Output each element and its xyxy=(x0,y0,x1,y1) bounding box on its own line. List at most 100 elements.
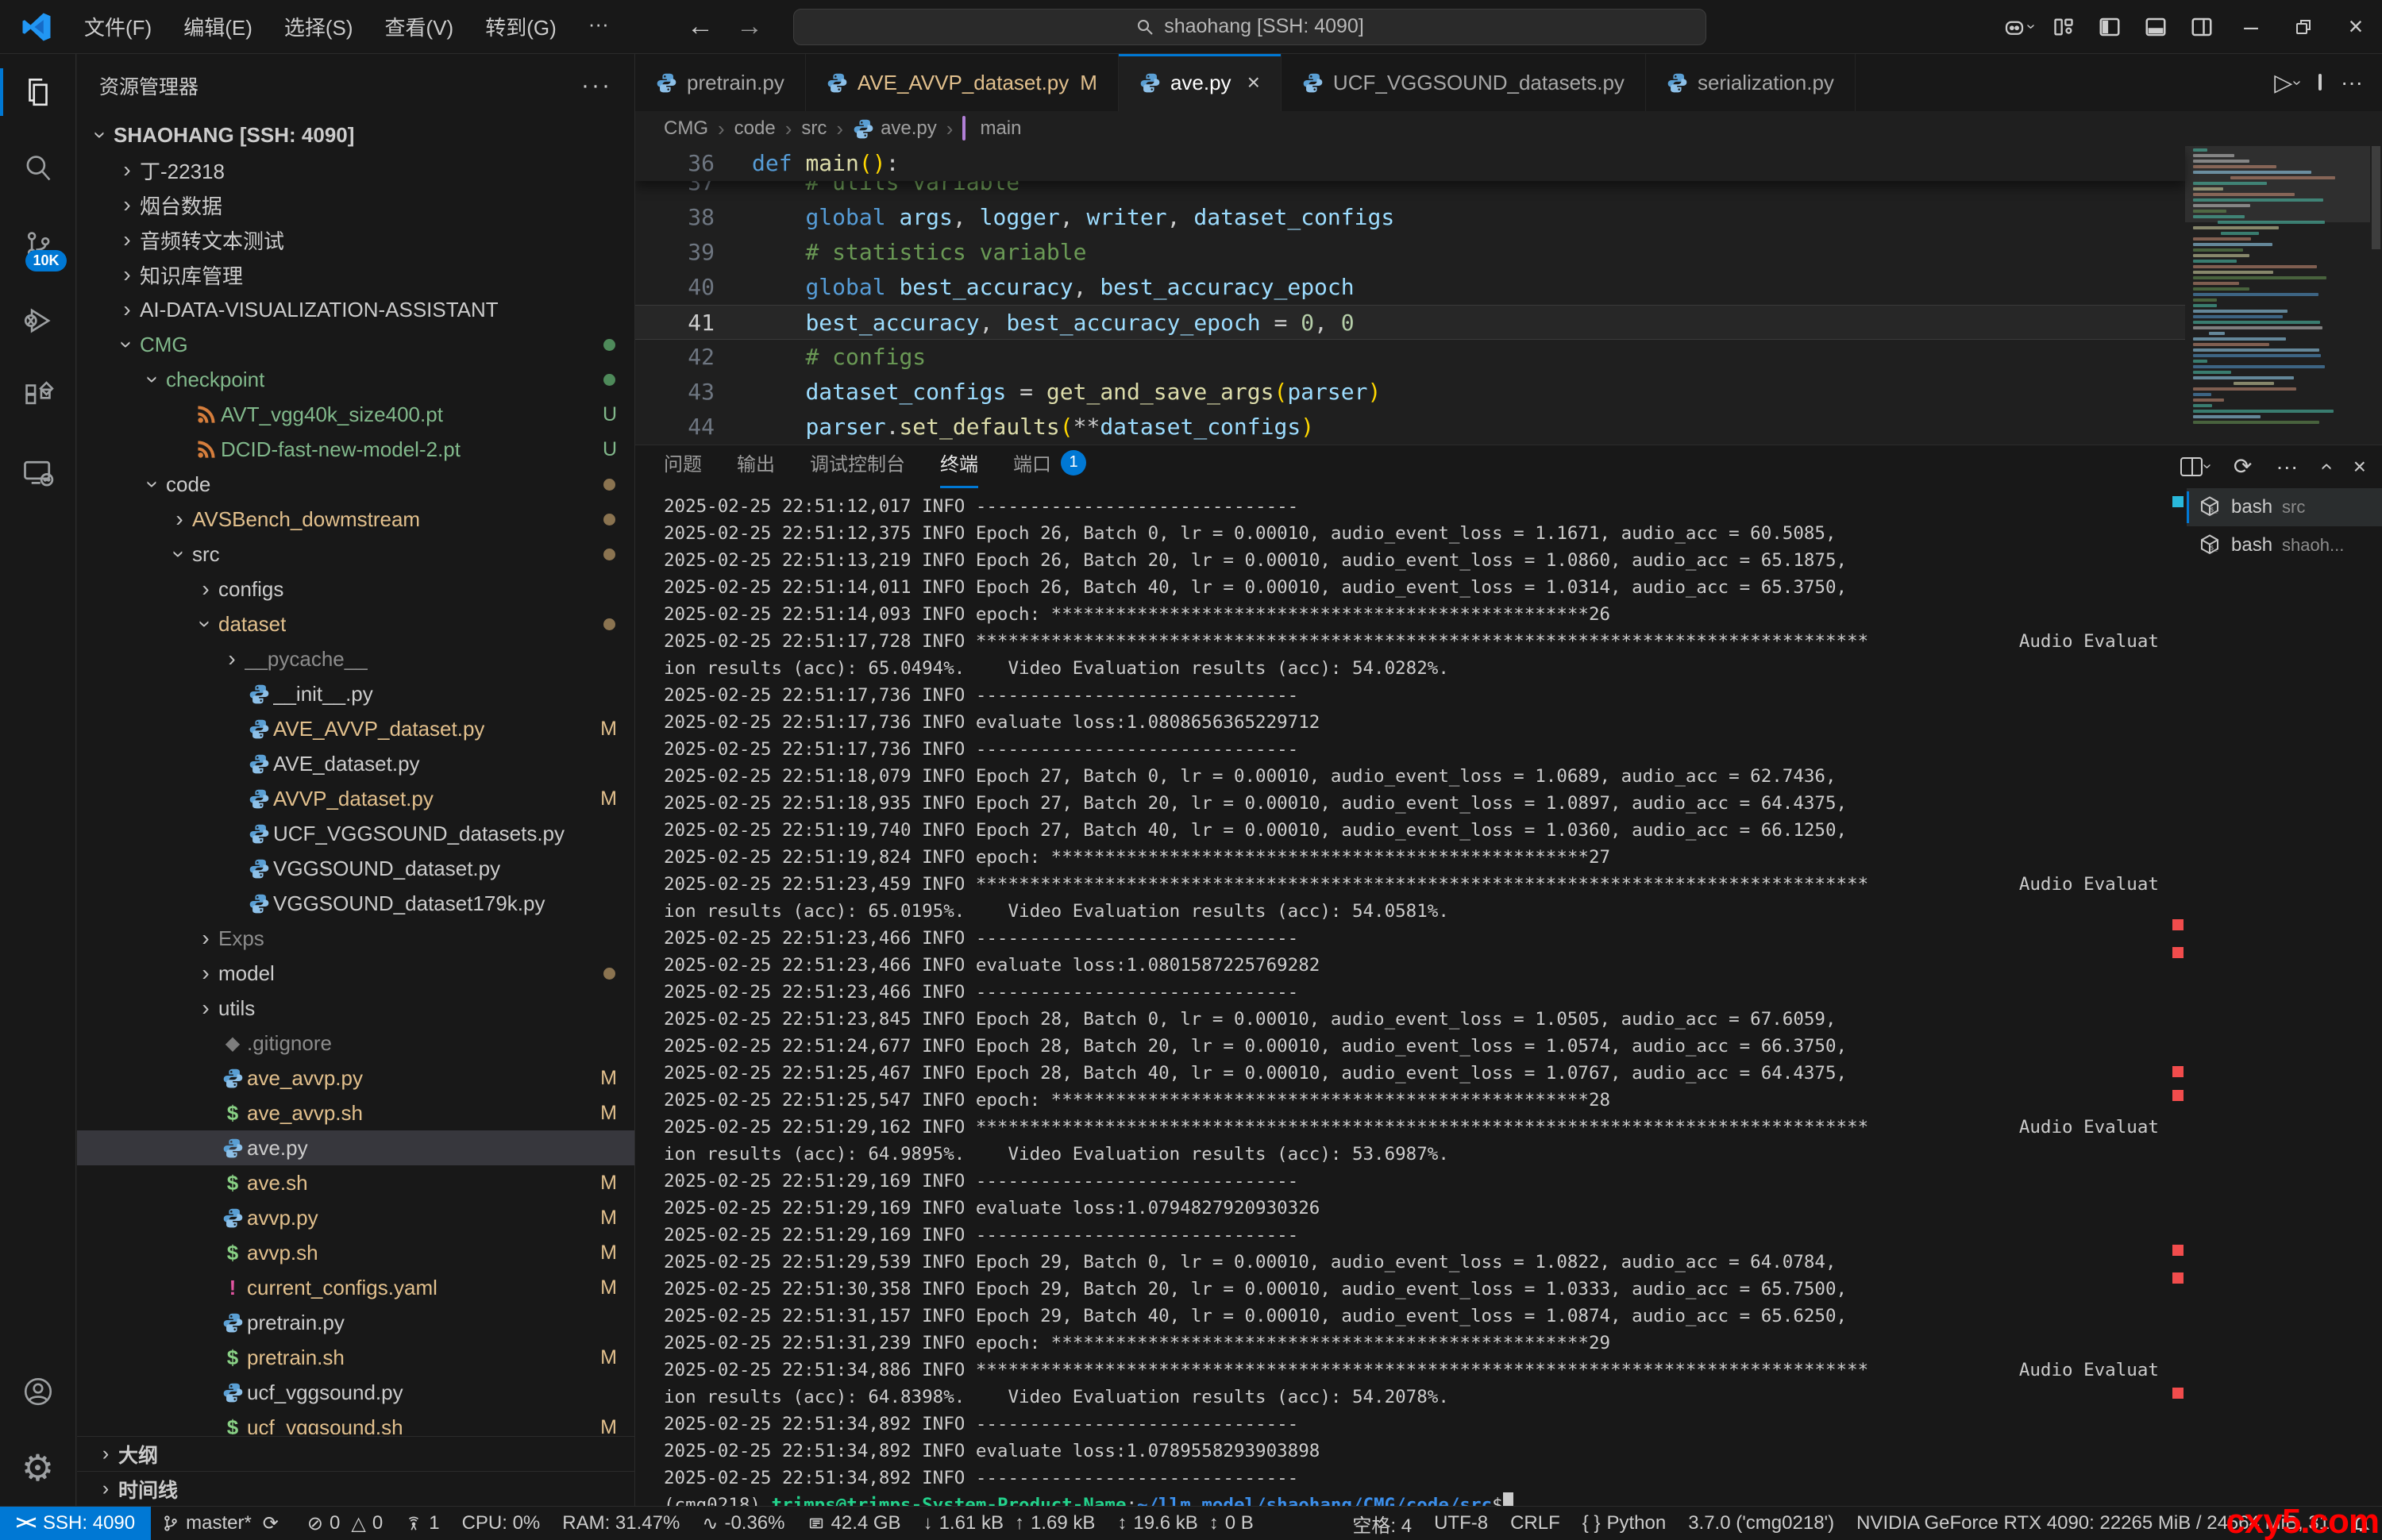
tab-serialization.py[interactable]: serialization.py xyxy=(1646,54,1856,111)
tree-item-ave_avvp.sh[interactable]: $ave_avvp.shM xyxy=(77,1095,634,1130)
toggle-panel-icon[interactable] xyxy=(2133,0,2179,54)
close-panel-icon[interactable]: × xyxy=(2353,454,2366,479)
panel-tab-终端[interactable]: 终端 xyxy=(940,449,978,488)
status-problems[interactable]: ⊘0△0 xyxy=(296,1507,394,1540)
tree-item-_____[interactable]: ›知识库管理 xyxy=(77,257,634,292)
tree-item-__init__.py[interactable]: __init__.py xyxy=(77,676,634,711)
status-load[interactable]: ∿-0.36% xyxy=(691,1507,796,1540)
nav-back-icon[interactable]: ← xyxy=(687,11,714,42)
tree-item-ave_avvp.py[interactable]: ave_avvp.pyM xyxy=(77,1061,634,1095)
tree-item-ucf_vggsound.sh[interactable]: $ucf_vggsound.shM xyxy=(77,1410,634,1434)
status-interpreter[interactable]: 3.7.0 ('cmg0218') xyxy=(1677,1507,1845,1540)
toggle-primary-sidebar-icon[interactable] xyxy=(2087,0,2133,54)
tree-item-pretrain.sh[interactable]: $pretrain.shM xyxy=(77,1340,634,1375)
panel-tab-问题[interactable]: 问题 xyxy=(664,449,702,488)
panel-tab-输出[interactable]: 输出 xyxy=(737,449,775,488)
tree-item-CMG[interactable]: ›CMG xyxy=(77,327,634,362)
tab-pretrain.py[interactable]: pretrain.py xyxy=(635,54,806,111)
tree-item-ucf_vggsound.py[interactable]: ucf_vggsound.py xyxy=(77,1375,634,1410)
accounts-icon[interactable] xyxy=(0,1353,76,1430)
breadcrumb-item-code[interactable]: code xyxy=(734,117,776,140)
code-line-44[interactable]: 44 parser.set_defaults(**dataset_configs… xyxy=(635,410,2185,445)
tree-item-pretrain.py[interactable]: pretrain.py xyxy=(77,1305,634,1340)
customize-layout-icon[interactable] xyxy=(2041,0,2087,54)
code-line-40[interactable]: 40 global best_accuracy, best_accuracy_e… xyxy=(635,270,2185,305)
status-forwarded-ports[interactable]: 1 xyxy=(394,1507,450,1540)
timeline-section[interactable]: › 时间线 xyxy=(77,1471,634,1506)
editor-more-icon[interactable]: ··· xyxy=(2341,70,2363,95)
tree-item-configs[interactable]: ›configs xyxy=(77,572,634,606)
run-debug-icon[interactable] xyxy=(0,283,76,359)
breadcrumb-item-main[interactable]: main xyxy=(962,117,1021,140)
tree-item-VGGSOUND_dataset.py[interactable]: VGGSOUND_dataset.py xyxy=(77,851,634,886)
breadcrumb-item-CMG[interactable]: CMG xyxy=(664,117,708,140)
search-sidebar-icon[interactable] xyxy=(0,130,76,206)
tree-item-____[interactable]: ›烟台数据 xyxy=(77,187,634,222)
menu-s[interactable]: 选择(S) xyxy=(268,6,369,48)
menu-v[interactable]: 查看(V) xyxy=(369,6,470,48)
status-eol[interactable]: CRLF xyxy=(1499,1507,1571,1540)
command-center-search[interactable]: shaohang [SSH: 4090] xyxy=(793,9,1706,45)
tree-item-AVE_AVVP_dataset.py[interactable]: AVE_AVVP_dataset.pyM xyxy=(77,711,634,746)
tree-item-checkpoint[interactable]: ›checkpoint xyxy=(77,362,634,397)
menu-e[interactable]: 编辑(E) xyxy=(168,6,268,48)
menu-g[interactable]: 转到(G) xyxy=(469,6,572,48)
breadcrumb-item-ave.py[interactable]: ave.py xyxy=(853,117,937,140)
refresh-icon[interactable]: ⟳ xyxy=(2234,453,2252,479)
panel-tab-端口[interactable]: 端口1 xyxy=(1013,449,1086,488)
restore-button[interactable] xyxy=(2277,0,2330,54)
tree-item-AVSBench_dowmstream[interactable]: ›AVSBench_dowmstream xyxy=(77,502,634,537)
remote-indicator[interactable]: >< SSH: 4090 xyxy=(0,1507,151,1540)
tree-item-avvp.py[interactable]: avvp.pyM xyxy=(77,1200,634,1235)
tree-item-SHAOHANG__SSH__4090_[interactable]: ›SHAOHANG [SSH: 4090] xyxy=(77,117,634,152)
status-network-io[interactable]: ↓1.61 kB↑1.69 kB xyxy=(912,1507,1107,1540)
tree-item-ave.sh[interactable]: $ave.shM xyxy=(77,1165,634,1200)
status-disk[interactable]: 42.4 GB xyxy=(796,1507,912,1540)
tree-item-code[interactable]: ›code xyxy=(77,467,634,502)
extensions-icon[interactable] xyxy=(0,359,76,435)
status-ram[interactable]: RAM: 31.47% xyxy=(551,1507,691,1540)
terminal-instance-shaoh[interactable]: $_bashshaoh... xyxy=(2187,526,2382,564)
tree-item-model[interactable]: ›model xyxy=(77,956,634,991)
tree-item-avvp.sh[interactable]: $avvp.shM xyxy=(77,1235,634,1270)
menu-[interactable]: ··· xyxy=(572,6,625,48)
code-line-36[interactable]: 36def main(): xyxy=(635,146,2185,181)
tree-item-Exps[interactable]: ›Exps xyxy=(77,921,634,956)
minimize-button[interactable]: – xyxy=(2225,0,2277,54)
remote-explorer-icon[interactable] xyxy=(0,435,76,511)
tree-item-_-22318[interactable]: ›丁-22318 xyxy=(77,152,634,187)
tree-item-dataset[interactable]: ›dataset xyxy=(77,606,634,641)
status-git-branch[interactable]: master*⟳ xyxy=(151,1507,296,1540)
close-tab-icon[interactable]: × xyxy=(1247,70,1260,95)
tree-item-current_configs.yaml[interactable]: !current_configs.yamlM xyxy=(77,1270,634,1305)
code-editor[interactable]: 37 # utils variable38 global args, logge… xyxy=(635,146,2382,445)
split-editor-icon[interactable] xyxy=(2318,75,2322,90)
status-cpu[interactable]: CPU: 0% xyxy=(451,1507,552,1540)
tab-AVE_AVVP_dataset.py[interactable]: AVE_AVVP_dataset.pyM xyxy=(806,54,1119,111)
code-line-42[interactable]: 42 # configs xyxy=(635,340,2185,375)
tree-item-AVVP_dataset.py[interactable]: AVVP_dataset.pyM xyxy=(77,781,634,816)
tree-item-.gitignore[interactable]: ◆.gitignore xyxy=(77,1026,634,1061)
status-encoding[interactable]: UTF-8 xyxy=(1423,1507,1499,1540)
run-python-button[interactable]: ▷› xyxy=(2274,69,2299,97)
tree-item-utils[interactable]: ›utils xyxy=(77,991,634,1026)
tree-item-ave.py[interactable]: ave.py xyxy=(77,1130,634,1165)
tab-UCF_VGGSOUND_datasets.py[interactable]: UCF_VGGSOUND_datasets.py xyxy=(1282,54,1646,111)
tree-item-AVE_dataset.py[interactable]: AVE_dataset.py xyxy=(77,746,634,781)
maximize-panel-icon[interactable]: › xyxy=(2313,463,2338,470)
tree-item-DCID-fast-new-model-2.pt[interactable]: DCID-fast-new-model-2.ptU xyxy=(77,432,634,467)
source-control-icon[interactable]: 10K xyxy=(0,206,76,283)
terminal-instance-src[interactable]: $_bashsrc xyxy=(2187,488,2382,526)
panel-more-icon[interactable]: ··· xyxy=(2276,454,2298,479)
minimap[interactable] xyxy=(2185,146,2370,445)
tree-item-AI-DATA-VISUALIZATION-ASSISTANT[interactable]: ›AI-DATA-VISUALIZATION-ASSISTANT xyxy=(77,292,634,327)
close-button[interactable]: × xyxy=(2330,0,2382,54)
sidebar-more-icon[interactable]: ··· xyxy=(581,72,612,99)
explorer-icon[interactable] xyxy=(0,54,76,130)
code-line-39[interactable]: 39 # statistics variable xyxy=(635,235,2185,270)
code-line-41[interactable]: 41 best_accuracy, best_accuracy_epoch = … xyxy=(635,305,2185,340)
code-line-43[interactable]: 43 dataset_configs = get_and_save_args(p… xyxy=(635,375,2185,410)
tree-item-VGGSOUND_dataset179k.py[interactable]: VGGSOUND_dataset179k.py xyxy=(77,886,634,921)
tab-ave.py[interactable]: ave.py× xyxy=(1119,54,1282,111)
menu-f[interactable]: 文件(F) xyxy=(68,6,168,48)
